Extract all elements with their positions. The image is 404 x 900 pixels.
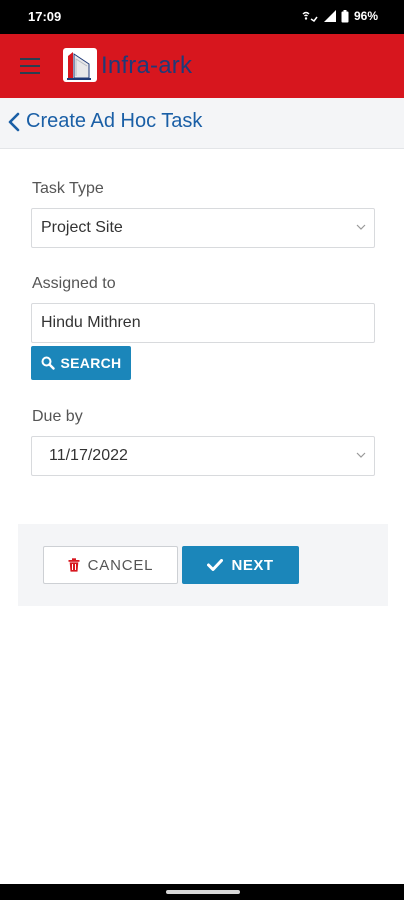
hamburger-icon[interactable]	[20, 58, 40, 74]
page-title: Create Ad Hoc Task	[26, 110, 203, 132]
assigned-to-field[interactable]: Hindu Mithren	[31, 303, 375, 343]
task-type-select[interactable]: Project Site	[31, 208, 375, 248]
search-button[interactable]: SEARCH	[31, 346, 131, 380]
chevron-down-icon	[356, 224, 366, 230]
search-button-label: SEARCH	[60, 355, 122, 371]
check-icon	[207, 559, 224, 571]
assigned-to-value: Hindu Mithren	[41, 314, 141, 331]
system-nav-bar	[0, 884, 404, 900]
task-type-label: Task Type	[32, 180, 104, 197]
battery-percent: 96%	[353, 9, 378, 23]
next-button-label: NEXT	[231, 556, 274, 574]
app-bar: Infra-ark	[0, 34, 404, 98]
due-by-select[interactable]: 11/17/2022	[31, 436, 375, 476]
battery-icon	[341, 9, 349, 22]
action-panel: CANCEL NEXT	[18, 524, 388, 606]
assigned-to-label: Assigned to	[32, 275, 116, 292]
next-button[interactable]: NEXT	[182, 546, 299, 584]
wifi-call-icon	[302, 11, 318, 22]
task-type-value: Project Site	[41, 219, 123, 236]
due-by-value: 11/17/2022	[49, 447, 128, 464]
chevron-down-icon	[356, 452, 366, 458]
chevron-left-icon	[8, 112, 20, 131]
cancel-button-label: CANCEL	[87, 556, 154, 574]
cancel-button[interactable]: CANCEL	[43, 546, 178, 584]
search-icon	[41, 356, 55, 370]
brand-name: Infra-ark	[101, 52, 193, 79]
signal-icon	[323, 10, 336, 22]
back-button[interactable]: Create Ad Hoc Task	[8, 110, 202, 133]
infra-ark-logo	[63, 48, 97, 82]
status-time: 17:09	[28, 9, 62, 24]
title-bar: Create Ad Hoc Task	[0, 98, 404, 149]
status-bar: 17:09 96%	[0, 0, 404, 34]
status-icons: 96%	[301, 9, 378, 23]
due-by-label: Due by	[32, 408, 83, 425]
trash-icon	[68, 558, 80, 572]
home-indicator[interactable]	[166, 890, 240, 894]
